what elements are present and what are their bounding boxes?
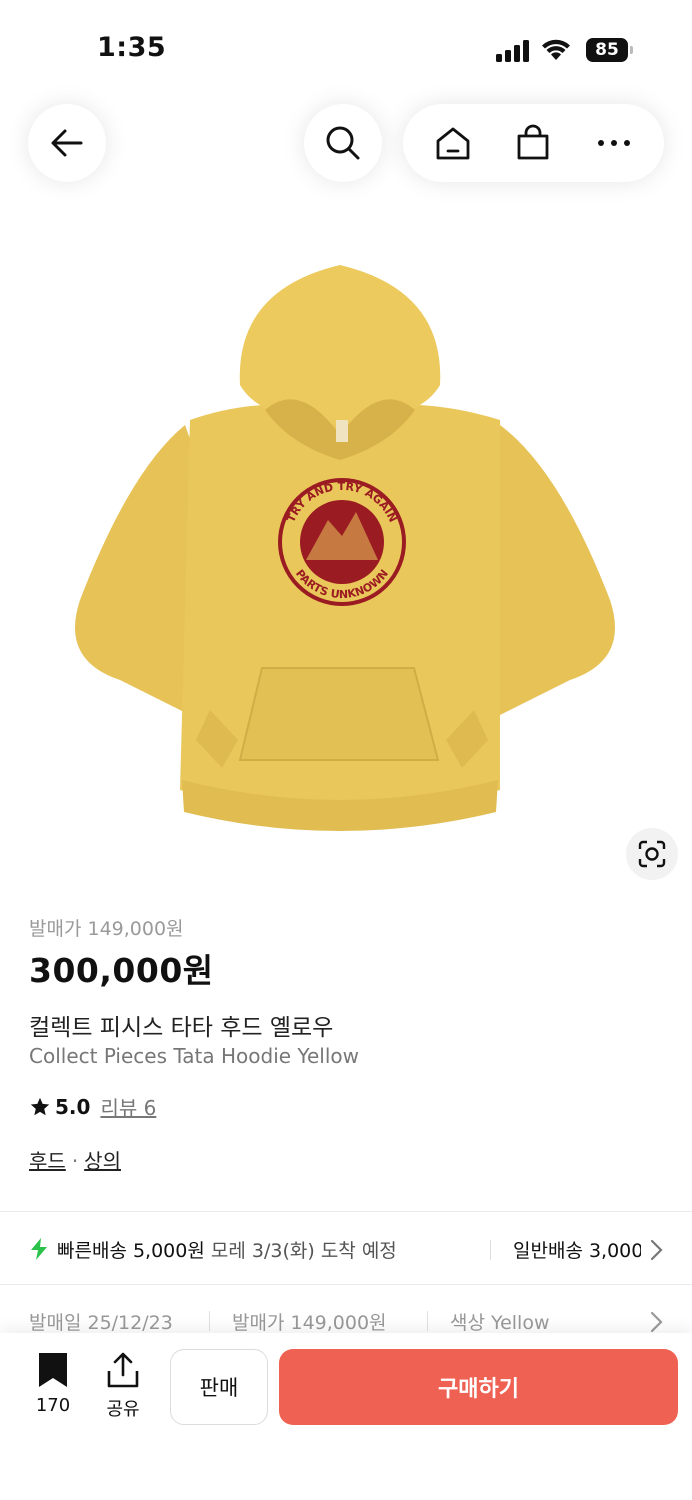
bookmark-button[interactable]: 170 xyxy=(30,1351,76,1416)
nav-actions-group xyxy=(403,104,664,182)
review-link[interactable]: 리뷰 6 xyxy=(100,1092,156,1121)
wifi-icon xyxy=(542,39,570,60)
back-button[interactable] xyxy=(28,104,106,182)
rating-value: 5.0 xyxy=(55,1094,91,1119)
bottom-action-bar: 170 공유 판매 구매하기 xyxy=(0,1333,692,1500)
hoodie-illustration: TRY AND TRY AGAIN PARTS UNKNOWN xyxy=(75,265,615,831)
search-button[interactable] xyxy=(304,104,382,182)
shipping-options[interactable]: 빠른배송 5,000원 모레 3/3(화) 도착 예정 일반배송 3,000원 xyxy=(29,1235,669,1265)
more-button[interactable] xyxy=(584,113,644,173)
product-image[interactable]: TRY AND TRY AGAIN PARTS UNKNOWN xyxy=(0,220,692,910)
shipping-separator xyxy=(490,1240,491,1260)
back-arrow-icon xyxy=(51,129,83,157)
fast-shipping-label: 빠른배송 5,000원 xyxy=(57,1240,205,1262)
battery-indicator: 85 xyxy=(586,38,628,62)
spec-separator xyxy=(427,1311,428,1331)
home-icon xyxy=(436,127,470,160)
category-separator: · xyxy=(71,1149,79,1173)
category-link-hood[interactable]: 후드 xyxy=(29,1149,66,1173)
image-search-button[interactable] xyxy=(626,828,678,880)
rating-row: 5.0 리뷰 6 xyxy=(29,1092,156,1121)
divider xyxy=(0,1284,692,1285)
bookmark-count: 170 xyxy=(35,1395,71,1416)
status-time: 1:35 xyxy=(97,32,167,63)
category-breadcrumb: 후드 · 상의 xyxy=(29,1145,121,1174)
status-bar: 1:35 85 xyxy=(0,0,692,100)
divider xyxy=(0,1211,692,1212)
current-price: 300,000원 xyxy=(29,951,214,990)
spec-release-price: 발매가 149,000원 xyxy=(232,1312,387,1334)
cart-button[interactable] xyxy=(503,113,563,173)
chevron-right-icon xyxy=(650,1311,663,1333)
category-link-top[interactable]: 상의 xyxy=(84,1149,121,1173)
product-name-en: Collect Pieces Tata Hoodie Yellow xyxy=(29,1044,359,1068)
spec-color: 색상 Yellow xyxy=(450,1312,550,1334)
lightning-icon xyxy=(31,1238,47,1260)
fast-shipping-eta: 모레 3/3(화) 도착 예정 xyxy=(210,1240,397,1262)
chevron-right-icon xyxy=(650,1239,663,1261)
release-date: 발매일 25/12/23 xyxy=(29,1312,173,1334)
search-icon xyxy=(326,126,360,160)
release-price: 발매가 149,000원 xyxy=(29,918,184,940)
lens-scan-icon xyxy=(638,840,666,868)
star-icon xyxy=(30,1097,50,1115)
spec-separator xyxy=(209,1311,210,1331)
share-button[interactable]: 공유 xyxy=(102,1351,144,1421)
sell-button[interactable]: 판매 xyxy=(170,1349,268,1425)
cellular-signal-icon xyxy=(496,40,529,62)
bookmark-icon xyxy=(39,1353,67,1387)
share-icon xyxy=(107,1352,139,1388)
fast-shipping: 빠른배송 5,000원 모레 3/3(화) 도착 예정 xyxy=(57,1236,397,1263)
more-dots-icon xyxy=(597,140,630,146)
battery-nub xyxy=(630,46,633,54)
shopping-bag-icon xyxy=(518,124,549,160)
buy-button[interactable]: 구매하기 xyxy=(279,1349,678,1425)
share-label: 공유 xyxy=(106,1399,140,1420)
home-button[interactable] xyxy=(423,113,483,173)
product-name-ko: 컬렉트 피시스 타타 후드 옐로우 xyxy=(29,1015,334,1041)
normal-shipping-label: 일반배송 3,000원 xyxy=(513,1240,641,1262)
